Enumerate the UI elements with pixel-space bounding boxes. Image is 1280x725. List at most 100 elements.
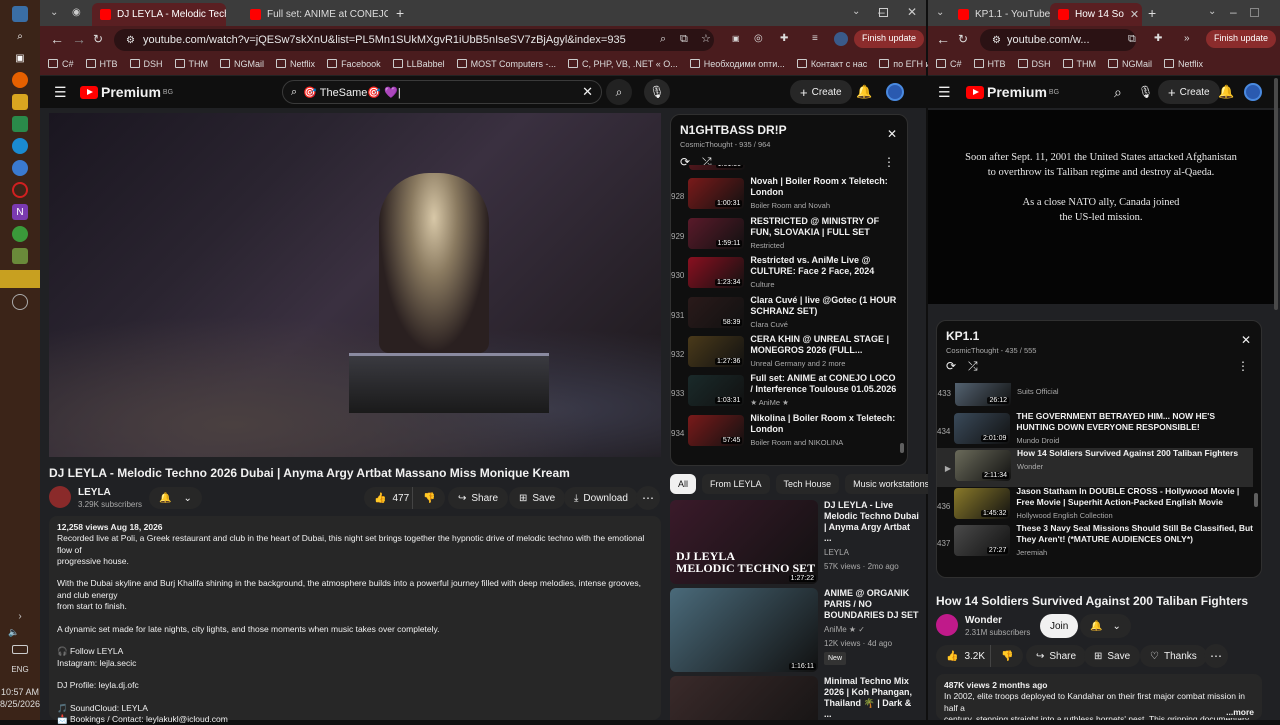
speaker-icon[interactable]: 🔈 bbox=[8, 627, 19, 638]
more-extensions-icon[interactable]: » bbox=[1184, 33, 1190, 44]
search-button[interactable]: ⌕ bbox=[606, 79, 632, 105]
close-icon[interactable]: ✕ bbox=[1241, 333, 1251, 347]
loop-icon[interactable]: ⟳ bbox=[946, 359, 956, 373]
save-button[interactable]: ⊞ Save bbox=[509, 487, 566, 509]
recommendation-item[interactable]: 1:16:11 ANIME @ ORGANIK PARIS / NO BOUNDA… bbox=[670, 588, 920, 672]
playlist-item[interactable]: 437 27:27 These 3 Navy Seal Missions Shoul… bbox=[937, 523, 1253, 562]
playlist-item[interactable]: 433 26:12 The Lawyer Is in Prison! | Suits… bbox=[937, 383, 1253, 412]
menu-icon[interactable]: ☰ bbox=[54, 84, 67, 101]
bookmark-item[interactable]: LLBabbel bbox=[392, 59, 445, 69]
voice-search-icon[interactable]: 🎙 bbox=[644, 79, 670, 105]
photos-icon[interactable] bbox=[12, 116, 28, 132]
restore-icon[interactable] bbox=[879, 8, 888, 17]
firefox-icon[interactable] bbox=[12, 72, 28, 88]
edge-icon[interactable] bbox=[12, 138, 28, 154]
profile-avatar[interactable] bbox=[834, 32, 848, 46]
close-window-button[interactable]: ✕ bbox=[907, 5, 917, 19]
maximize-button[interactable] bbox=[1250, 8, 1259, 17]
playlist-item[interactable]: 934 57:45 Nikolina | Boiler Room x Teletec… bbox=[671, 413, 899, 452]
notifications-icon[interactable]: 🔔 bbox=[856, 84, 872, 100]
video-description[interactable]: 12,258 views Aug 18, 2026 Recorded live … bbox=[49, 516, 661, 724]
thanks-button[interactable]: ♡ Thanks bbox=[1140, 645, 1207, 667]
voice-search-icon[interactable]: 🎙 bbox=[1138, 85, 1153, 99]
puzzle-icon[interactable]: ✚ bbox=[780, 33, 788, 44]
save-button[interactable]: ⊞ Save bbox=[1084, 645, 1141, 667]
channel-avatar[interactable] bbox=[49, 486, 71, 508]
youtube-premium-logo[interactable]: Premium BG bbox=[966, 84, 1059, 100]
address-bar[interactable]: ⚙ youtube.com/w... bbox=[980, 29, 1136, 51]
bookmark-item[interactable]: NGMail bbox=[1108, 59, 1152, 69]
clock-app-icon[interactable] bbox=[12, 294, 28, 310]
minimize-button[interactable]: – bbox=[1230, 5, 1237, 19]
finish-update-button[interactable]: Finish update bbox=[1206, 30, 1277, 48]
bookmark-item[interactable]: MOST Computers -... bbox=[456, 59, 556, 69]
bookmark-item[interactable]: НТВ bbox=[85, 59, 118, 69]
page-scrollbar[interactable] bbox=[1274, 78, 1278, 310]
chrome-icon[interactable] bbox=[12, 226, 28, 242]
account-avatar[interactable] bbox=[1244, 83, 1262, 101]
reload-button[interactable]: ↻ bbox=[93, 32, 103, 46]
bookmark-item[interactable]: DSH bbox=[1017, 59, 1051, 69]
search-icon[interactable]: ⌕ bbox=[12, 28, 28, 44]
account-avatar[interactable] bbox=[886, 83, 904, 101]
new-tab-button[interactable]: + bbox=[396, 5, 404, 21]
filter-chip[interactable]: Music workstations bbox=[845, 474, 938, 494]
bookmark-item[interactable]: C, PHP, VB, .NET « O... bbox=[568, 59, 678, 69]
chrome-active-icon[interactable] bbox=[0, 270, 40, 288]
shuffle-icon[interactable]: ⤮ bbox=[968, 359, 978, 374]
search-box[interactable]: ⌕ 🎯 TheSame🎯 💜| ✕ bbox=[282, 80, 602, 104]
bookmark-item[interactable]: C# bbox=[48, 59, 74, 69]
tab-full-set-anime[interactable]: Full set: ANIME at CONEJO LOC ✕ bbox=[242, 3, 388, 26]
tab-how-14-soldiers[interactable]: How 14 So ✕ bbox=[1050, 3, 1142, 26]
menu-icon[interactable]: ☰ bbox=[938, 84, 951, 101]
bookmark-item[interactable]: Facebook bbox=[327, 59, 381, 69]
tab-list-icon[interactable]: ⌄ bbox=[1208, 6, 1216, 17]
subscribed-button[interactable]: 🔔 ⌄ bbox=[1080, 614, 1131, 638]
notepad-icon[interactable] bbox=[12, 248, 28, 264]
windows-start-icon[interactable] bbox=[12, 6, 28, 22]
notifications-icon[interactable]: 🔔 bbox=[1218, 84, 1234, 100]
onenote-icon[interactable]: N bbox=[12, 204, 28, 220]
close-icon[interactable]: ✕ bbox=[1124, 8, 1139, 21]
filter-chip[interactable]: Tech House bbox=[775, 474, 840, 494]
bookmark-item[interactable]: THM bbox=[1062, 59, 1096, 69]
playlist-title[interactable]: N1GHTBASS DR!P bbox=[680, 123, 787, 137]
playlist-item[interactable]: 436 1:45:32 Jason Statham In DOUBLE CROSS … bbox=[937, 486, 1253, 525]
create-button[interactable]: + Create bbox=[790, 80, 852, 104]
puzzle-icon[interactable]: ✚ bbox=[1154, 33, 1162, 44]
bookmark-item[interactable]: DSH bbox=[129, 59, 163, 69]
playlist-scrollbar[interactable] bbox=[900, 443, 904, 453]
share-button[interactable]: ↪ Share bbox=[448, 487, 509, 509]
playlist-item[interactable]: 434 2:01:09 THE GOVERNMENT BETRAYED HIM...… bbox=[937, 411, 1253, 450]
youtube-premium-logo[interactable]: Premium BG bbox=[80, 84, 173, 100]
tab-search-icon[interactable]: ⌄ bbox=[50, 7, 58, 18]
playlist-scrollbar[interactable] bbox=[1254, 493, 1258, 507]
back-button[interactable]: ← bbox=[50, 31, 64, 47]
bookmark-item[interactable]: Контакт с нас bbox=[796, 59, 867, 69]
language-indicator[interactable]: ENG bbox=[0, 665, 40, 674]
forward-button[interactable]: → bbox=[72, 31, 86, 47]
cast-icon[interactable]: ⧉ bbox=[680, 33, 688, 46]
reload-button[interactable]: ↻ bbox=[958, 32, 968, 46]
channel-name[interactable]: LEYLA bbox=[78, 487, 111, 498]
system-clock[interactable]: 10:57 AM 8/25/2026 bbox=[0, 686, 40, 710]
video-player[interactable]: Soon after Sept. 11, 2001 the United Sta… bbox=[928, 110, 1274, 304]
more-options-icon[interactable]: ⋮ bbox=[1237, 359, 1249, 373]
create-button[interactable]: + Create bbox=[1158, 80, 1220, 104]
recommendation-item[interactable]: MINIMALMinimal Techno Mix 2026 | Koh Pha… bbox=[670, 676, 920, 720]
share-button[interactable]: ↪ Share bbox=[1026, 645, 1087, 667]
back-button[interactable]: ← bbox=[936, 31, 950, 47]
cast-icon[interactable]: ⧉ bbox=[1128, 33, 1136, 46]
extension-580-icon[interactable]: ▣ bbox=[732, 34, 740, 43]
bookmark-item[interactable]: НТВ bbox=[973, 59, 1006, 69]
site-info-icon[interactable]: ⚙ bbox=[992, 35, 1001, 46]
chrome-dev-icon[interactable] bbox=[12, 160, 28, 176]
channel-avatar[interactable] bbox=[936, 614, 958, 636]
bookmark-star-icon[interactable]: ☆ bbox=[701, 32, 711, 45]
playlist-item[interactable]: 931 58:39 Clara Cuvé | live @Gotec (1 HOUR… bbox=[671, 295, 899, 334]
keyboard-icon[interactable] bbox=[12, 645, 28, 654]
dislike-button[interactable]: 👎 bbox=[412, 487, 446, 509]
task-view-icon[interactable]: ▣ bbox=[12, 50, 28, 66]
opera-icon[interactable] bbox=[12, 182, 28, 198]
filter-chip[interactable]: All bbox=[670, 474, 697, 494]
